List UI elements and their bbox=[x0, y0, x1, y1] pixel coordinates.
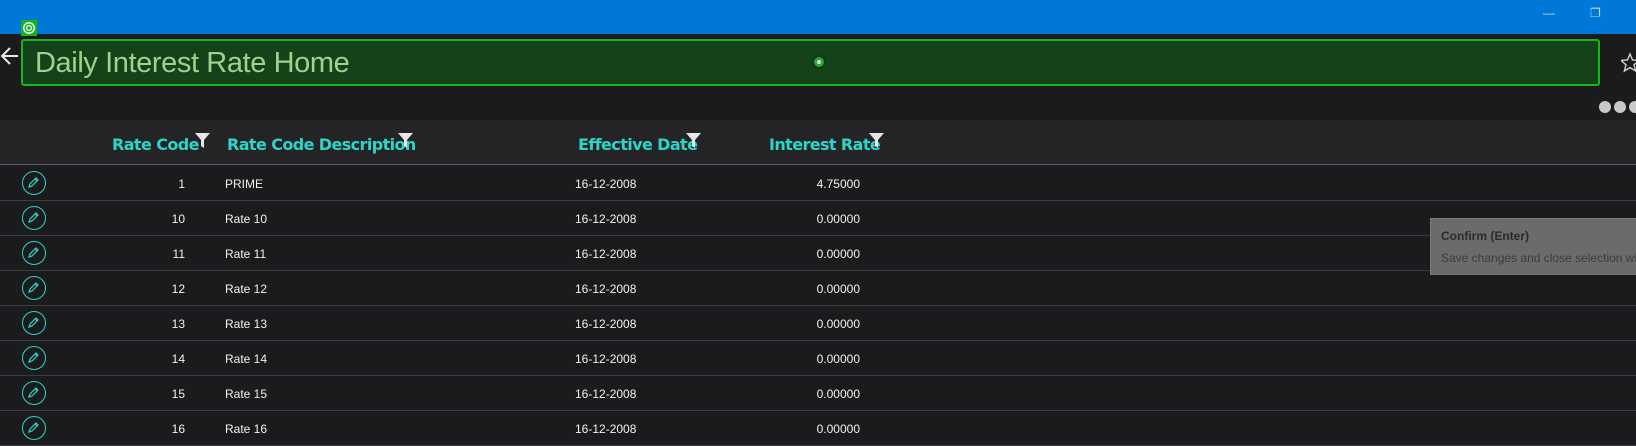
rate-description-cell: Rate 13 bbox=[225, 317, 268, 331]
effective-date-cell: 16-12-2008 bbox=[575, 352, 637, 366]
pencil-icon bbox=[28, 387, 39, 398]
effective-date-cell: 16-12-2008 bbox=[575, 387, 637, 401]
rate-code-cell: 10 bbox=[171, 212, 185, 226]
interest-rate-cell: 0.00000 bbox=[816, 352, 860, 366]
target-icon bbox=[21, 20, 37, 36]
back-arrow-icon[interactable] bbox=[0, 44, 20, 68]
rate-code-cell: 16 bbox=[171, 422, 185, 436]
edit-button[interactable] bbox=[22, 171, 46, 195]
rate-description-cell: Rate 15 bbox=[225, 387, 268, 401]
interest-rate-cell: 0.00000 bbox=[816, 422, 860, 436]
pencil-icon bbox=[28, 247, 39, 258]
table-row[interactable]: 14 Rate 14 16-12-2008 0.00000 bbox=[0, 341, 1636, 376]
rate-description-cell: Rate 12 bbox=[225, 282, 268, 296]
column-header-interest-rate[interactable]: Interest Rate bbox=[769, 135, 881, 154]
effective-date-cell: 16-12-2008 bbox=[575, 317, 637, 331]
rate-description-cell: Rate 16 bbox=[225, 422, 268, 436]
column-header-rate-code-description[interactable]: Rate Code Description bbox=[227, 135, 416, 154]
restore-button[interactable]: ❐ bbox=[1590, 6, 1601, 20]
interest-rate-cell: 4.75000 bbox=[816, 177, 860, 191]
rate-code-cell: 13 bbox=[171, 317, 185, 331]
column-header-effective-date[interactable]: Effective Date bbox=[578, 135, 698, 154]
page-title-box[interactable]: Daily Interest Rate Home bbox=[21, 39, 1600, 86]
table-row[interactable]: 11 Rate 11 16-12-2008 0.00000 bbox=[0, 236, 1636, 271]
window-titlebar: — ❐ bbox=[0, 0, 1636, 34]
effective-date-cell: 16-12-2008 bbox=[575, 247, 637, 261]
tooltip-title: Confirm (Enter) bbox=[1441, 229, 1529, 243]
rate-code-cell: 12 bbox=[171, 282, 185, 296]
table-row[interactable]: 10 Rate 10 16-12-2008 0.00000 bbox=[0, 201, 1636, 236]
pencil-icon bbox=[28, 317, 39, 328]
dot bbox=[1614, 101, 1626, 113]
effective-date-cell: 16-12-2008 bbox=[575, 282, 637, 296]
edit-button[interactable] bbox=[22, 381, 46, 405]
focus-indicator bbox=[814, 57, 824, 67]
effective-date-cell: 16-12-2008 bbox=[575, 422, 637, 436]
star-icon[interactable] bbox=[1621, 52, 1636, 74]
pencil-icon bbox=[28, 212, 39, 223]
edit-button[interactable] bbox=[22, 416, 46, 440]
table-row[interactable]: 16 Rate 16 16-12-2008 0.00000 bbox=[0, 411, 1636, 446]
edit-button[interactable] bbox=[22, 346, 46, 370]
table-row[interactable]: 1 PRIME 16-12-2008 4.75000 bbox=[0, 166, 1636, 201]
interest-rate-cell: 0.00000 bbox=[816, 317, 860, 331]
pencil-icon bbox=[28, 422, 39, 433]
table-row[interactable]: 12 Rate 12 16-12-2008 0.00000 bbox=[0, 271, 1636, 306]
page-title: Daily Interest Rate Home bbox=[35, 47, 350, 79]
edit-button[interactable] bbox=[22, 276, 46, 300]
table-row[interactable]: 15 Rate 15 16-12-2008 0.00000 bbox=[0, 376, 1636, 411]
rate-code-cell: 1 bbox=[178, 177, 185, 191]
interest-rate-cell: 0.00000 bbox=[816, 387, 860, 401]
filter-icon[interactable] bbox=[686, 132, 701, 149]
effective-date-cell: 16-12-2008 bbox=[575, 212, 637, 226]
rate-description-cell: PRIME bbox=[225, 177, 264, 191]
table-row[interactable]: 13 Rate 13 16-12-2008 0.00000 bbox=[0, 306, 1636, 341]
tooltip: Confirm (Enter) Save changes and close s… bbox=[1430, 218, 1636, 275]
tooltip-body: Save changes and close selection wiz bbox=[1441, 251, 1636, 265]
interest-rate-cell: 0.00000 bbox=[816, 282, 860, 296]
dot bbox=[1629, 101, 1636, 113]
rate-code-cell: 11 bbox=[172, 247, 185, 261]
pencil-icon bbox=[28, 177, 39, 188]
rate-description-cell: Rate 11 bbox=[225, 247, 267, 261]
filter-icon[interactable] bbox=[398, 132, 413, 149]
rate-description-cell: Rate 10 bbox=[225, 212, 268, 226]
effective-date-cell: 16-12-2008 bbox=[575, 177, 637, 191]
rate-description-cell: Rate 14 bbox=[225, 352, 268, 366]
rate-code-cell: 15 bbox=[171, 387, 185, 401]
pencil-icon bbox=[28, 282, 39, 293]
pencil-icon bbox=[28, 352, 39, 363]
edit-button[interactable] bbox=[22, 311, 46, 335]
edit-button[interactable] bbox=[22, 241, 46, 265]
dot bbox=[1599, 101, 1611, 113]
interest-rate-cell: 0.00000 bbox=[816, 247, 860, 261]
filter-icon[interactable] bbox=[195, 132, 210, 149]
filter-icon[interactable] bbox=[869, 132, 884, 149]
interest-rate-cell: 0.00000 bbox=[816, 212, 860, 226]
rate-code-cell: 14 bbox=[171, 352, 185, 366]
edit-button[interactable] bbox=[22, 206, 46, 230]
column-header-rate-code[interactable]: Rate Code bbox=[112, 135, 199, 154]
minimize-button[interactable]: — bbox=[1543, 6, 1555, 20]
